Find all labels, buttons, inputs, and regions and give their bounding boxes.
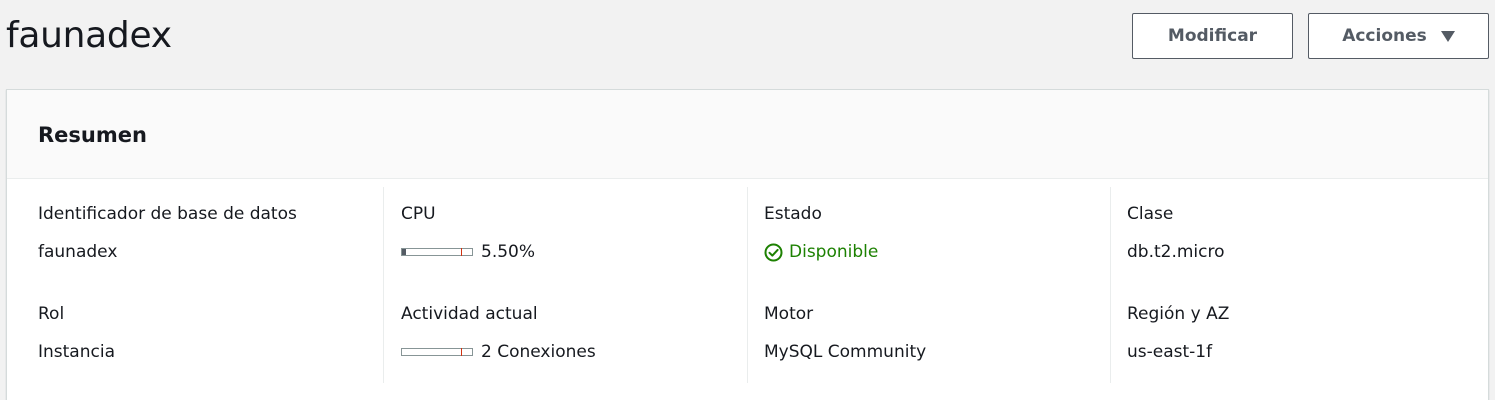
actions-dropdown-button[interactable]: Acciones xyxy=(1308,13,1489,59)
cpu-percentage: 5.50% xyxy=(481,242,536,262)
class-value: db.t2.micro xyxy=(1127,242,1225,262)
actions-button-label: Acciones xyxy=(1342,26,1427,46)
summary-column-class: Clase db.t2.micro Región y AZ us-east-1f xyxy=(1127,187,1467,383)
summary-column-cpu: CPU 5.50% Actividad actual 2 Conexiones xyxy=(401,187,741,383)
column-divider xyxy=(383,187,384,383)
status-text: Disponible xyxy=(789,242,879,262)
cpu-meter: 5.50% xyxy=(401,241,535,263)
modify-button[interactable]: Modificar xyxy=(1132,13,1293,59)
db-identifier-label: Identificador de base de datos xyxy=(38,204,297,224)
column-divider xyxy=(747,187,748,383)
region-az-label: Región y AZ xyxy=(1127,304,1230,324)
connections-meter-threshold xyxy=(461,348,462,356)
page-header: faunadex Modificar Acciones xyxy=(0,0,1495,80)
class-label: Clase xyxy=(1127,204,1174,224)
cpu-label: CPU xyxy=(401,204,436,224)
modify-button-label: Modificar xyxy=(1167,26,1258,46)
cpu-meter-threshold xyxy=(461,248,462,256)
role-label: Rol xyxy=(38,304,65,324)
summary-column-status: Estado Disponible Motor MySQL Community xyxy=(764,187,1104,383)
connections-meter-bar xyxy=(401,348,473,356)
check-circle-icon xyxy=(764,243,783,262)
status-value: Disponible xyxy=(764,241,878,268)
caret-down-icon xyxy=(1440,30,1455,42)
cpu-meter-fill xyxy=(402,249,406,255)
role-value: Instancia xyxy=(38,342,115,362)
summary-panel: Resumen Identificador de base de datos f… xyxy=(6,89,1489,400)
summary-body: Identificador de base de datos faunadex … xyxy=(7,179,1488,400)
engine-value: MySQL Community xyxy=(764,342,927,362)
connections-count: 2 Conexiones xyxy=(481,342,596,362)
actions-bar: Modificar Acciones xyxy=(1132,13,1489,59)
status-label: Estado xyxy=(764,204,822,224)
cpu-value: 5.50% xyxy=(401,241,535,263)
summary-column-identifier: Identificador de base de datos faunadex … xyxy=(38,187,378,383)
cpu-meter-bar xyxy=(401,248,473,256)
column-divider xyxy=(1110,187,1111,383)
current-activity-label: Actividad actual xyxy=(401,304,538,324)
status-badge: Disponible xyxy=(764,241,878,263)
current-activity-value: 2 Conexiones xyxy=(401,341,596,363)
page-title: faunadex xyxy=(6,15,172,56)
connections-meter: 2 Conexiones xyxy=(401,341,596,363)
summary-title: Resumen xyxy=(38,123,147,147)
engine-label: Motor xyxy=(764,304,814,324)
db-identifier-value: faunadex xyxy=(38,242,118,262)
region-az-value: us-east-1f xyxy=(1127,342,1213,362)
summary-header: Resumen xyxy=(7,90,1488,179)
